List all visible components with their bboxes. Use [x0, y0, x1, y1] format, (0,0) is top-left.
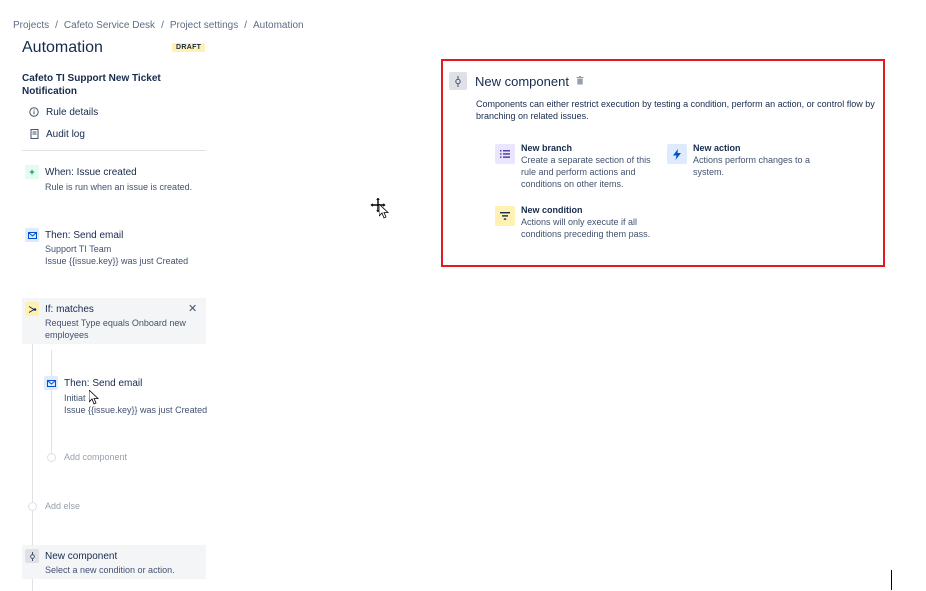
- filter-icon: [495, 206, 515, 226]
- new-branch-title: New branch: [521, 143, 573, 153]
- connector: [32, 511, 33, 545]
- send-email-title: Then: Send email: [45, 230, 124, 241]
- rule-name[interactable]: Cafeto TI Support New Ticket Notificatio…: [22, 72, 182, 98]
- mail-icon: [44, 376, 58, 390]
- condition-title: If: matches: [45, 304, 94, 315]
- list-icon: [495, 144, 515, 164]
- close-icon[interactable]: ✕: [188, 302, 197, 315]
- add-component-link[interactable]: Add component: [64, 452, 127, 462]
- document-icon: [28, 128, 40, 140]
- breadcrumb-separator: /: [244, 20, 247, 31]
- component-icon: [449, 72, 467, 90]
- breadcrumb-separator: /: [55, 20, 58, 31]
- audit-log-link[interactable]: Audit log: [28, 127, 85, 141]
- trigger-desc: Rule is run when an issue is created.: [45, 182, 193, 192]
- send-email-step-nested[interactable]: Then: Send email Initiat Issue {{issue.k…: [41, 376, 211, 416]
- send-email-subject: Issue {{issue.key}} was just Created: [45, 256, 189, 266]
- new-condition-option[interactable]: New condition Actions will only execute …: [495, 204, 665, 244]
- send-email-title: Then: Send email: [64, 378, 143, 389]
- send-email-recipient: Support TI Team: [45, 244, 112, 254]
- plus-icon: +: [25, 165, 39, 179]
- new-component-desc: Select a new condition or action.: [45, 565, 175, 575]
- rule-details-label: Rule details: [46, 106, 99, 118]
- panel-title: New component: [475, 74, 569, 89]
- new-action-title: New action: [693, 143, 741, 153]
- trigger-title: When: Issue created: [45, 167, 137, 178]
- bolt-icon: [667, 144, 687, 164]
- connector: [32, 579, 33, 591]
- breadcrumb-projects[interactable]: Projects: [13, 20, 49, 31]
- new-condition-title: New condition: [521, 205, 583, 215]
- branch-icon: [25, 302, 39, 316]
- add-else-dot[interactable]: [28, 502, 37, 511]
- breadcrumb-separator: /: [161, 20, 164, 31]
- new-action-option[interactable]: New action Actions perform changes to a …: [667, 142, 827, 182]
- pointer-cursor-icon: [88, 389, 100, 409]
- page-title: Automation: [22, 39, 103, 56]
- breadcrumb: Projects / Cafeto Service Desk / Project set…: [13, 20, 304, 31]
- breadcrumb-project[interactable]: Cafeto Service Desk: [64, 20, 155, 31]
- else-connector: [32, 344, 33, 502]
- condition-step[interactable]: If: matches ✕ Request Type equals Onboar…: [22, 298, 206, 344]
- status-badge: DRAFT: [172, 43, 206, 52]
- audit-log-label: Audit log: [46, 128, 85, 140]
- send-email-subject: Issue {{issue.key}} was just Created: [64, 405, 208, 415]
- breadcrumb-project-settings[interactable]: Project settings: [170, 20, 238, 31]
- add-else-link[interactable]: Add else: [45, 501, 80, 511]
- new-action-desc: Actions perform changes to a system.: [693, 155, 811, 177]
- trash-icon[interactable]: [576, 76, 584, 87]
- new-condition-desc: Actions will only execute if all conditi…: [521, 217, 651, 239]
- send-email-recipient: Initiat: [64, 393, 86, 403]
- new-component-title: New component: [45, 551, 118, 562]
- trigger-step[interactable]: + When: Issue created Rule is run when a…: [22, 165, 206, 195]
- pointer-cursor-icon: [378, 203, 390, 223]
- divider: [22, 150, 206, 151]
- breadcrumb-automation[interactable]: Automation: [253, 20, 304, 31]
- mail-icon: [25, 228, 39, 242]
- new-component-step[interactable]: New component Select a new condition or …: [22, 545, 206, 579]
- component-icon: [25, 549, 39, 563]
- new-branch-desc: Create a separate section of this rule a…: [521, 155, 651, 189]
- new-branch-option[interactable]: New branch Create a separate section of …: [495, 142, 655, 192]
- info-icon: [28, 106, 40, 118]
- condition-desc: Request Type equals Onboard new employee…: [45, 318, 186, 340]
- add-component-dot[interactable]: [47, 453, 56, 462]
- panel-description: Components can either restrict execution…: [476, 99, 875, 121]
- text-caret: [891, 570, 892, 590]
- send-email-step[interactable]: Then: Send email Support TI Team Issue {…: [22, 228, 206, 268]
- rule-details-link[interactable]: Rule details: [28, 105, 98, 119]
